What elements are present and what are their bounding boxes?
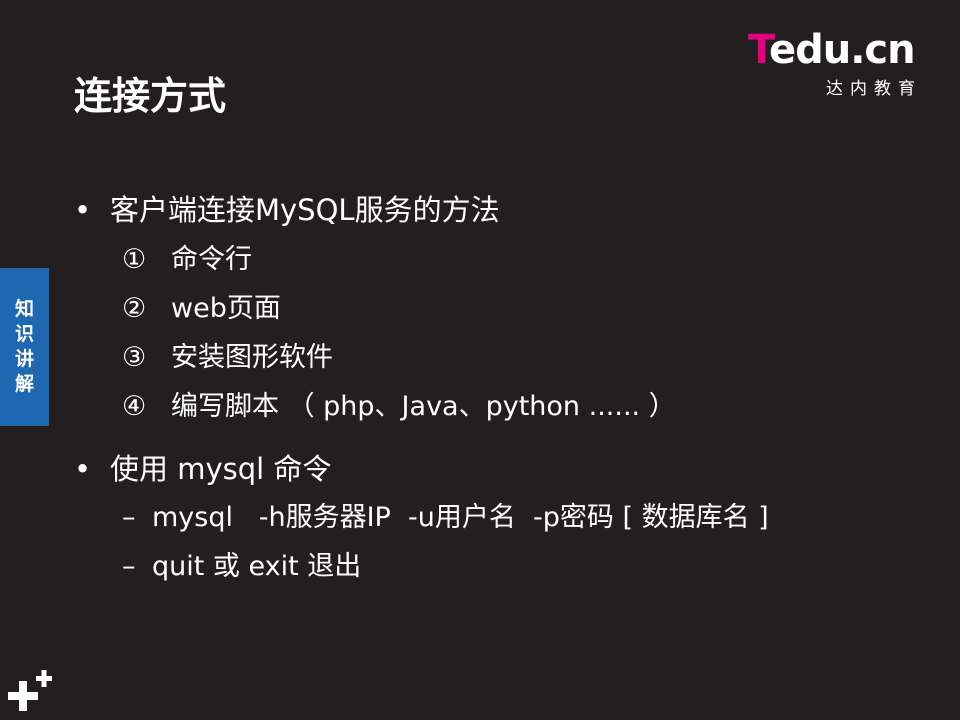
item-text: quit 或 exit 退出 <box>152 551 362 582</box>
side-tab-char: 识 <box>14 323 34 345</box>
item-text: 命令行 <box>171 244 252 275</box>
item-text: 安装图形软件 <box>171 342 333 373</box>
item-number: ④ <box>122 391 147 422</box>
logo-subtitle: 达内教育 <box>826 79 922 99</box>
item-text: web页面 <box>171 293 281 324</box>
item-number: ③ <box>122 342 147 373</box>
bullet-marker: • <box>74 452 92 486</box>
side-tab-char: 讲 <box>14 348 34 370</box>
item-number: ② <box>122 293 147 324</box>
knowledge-tab: 知 识 讲 解 <box>0 268 49 426</box>
item-dash: – <box>122 502 136 533</box>
tedu-logo: Tedu.cn 达内教育 <box>748 27 928 99</box>
side-tab-char: 知 <box>14 298 34 320</box>
bullet-text: 客户端连接MySQL服务的方法 <box>110 193 500 227</box>
slide-title: 连接方式 <box>74 74 227 118</box>
bullet-marker: • <box>74 193 92 227</box>
side-tab-char: 解 <box>14 373 34 395</box>
item-dash: – <box>122 551 136 582</box>
item-number: ① <box>122 244 147 275</box>
logo-wordmark: Tedu.cn <box>748 27 916 73</box>
item-text: 编写脚本 （ php、Java、python ...... ） <box>171 391 676 422</box>
plus-icon <box>8 670 52 711</box>
bullet-text: 使用 mysql 命令 <box>110 452 332 486</box>
item-text: mysql -h服务器IP -u用户名 -p密码 [ 数据库名 ] <box>152 502 769 533</box>
